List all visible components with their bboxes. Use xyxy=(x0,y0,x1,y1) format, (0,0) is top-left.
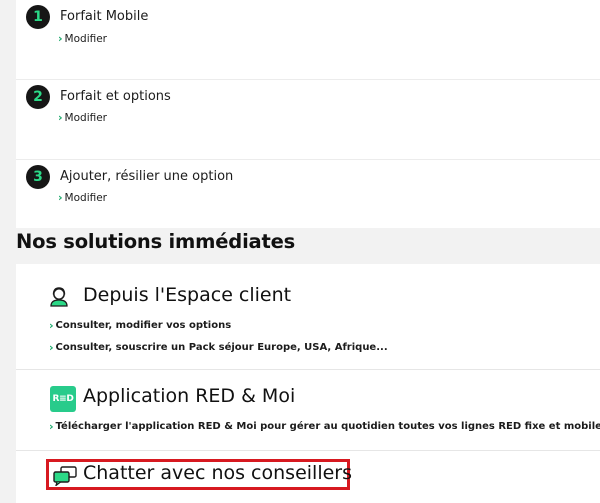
step-title: Forfait Mobile xyxy=(60,9,149,24)
chevron-right-icon: › xyxy=(49,420,54,433)
chevron-right-icon: › xyxy=(49,319,54,332)
step-number-badge: 3 xyxy=(26,165,50,189)
chevron-right-icon: › xyxy=(58,191,63,204)
modifier-link-label: Modifier xyxy=(64,111,108,124)
step-title: Ajouter, résilier une option xyxy=(60,169,234,184)
modifier-link-label: Modifier xyxy=(64,191,108,204)
steps-panel: 1 Forfait Mobile › Modifier 2 Forfait et… xyxy=(16,0,600,228)
modifier-link[interactable]: › Modifier xyxy=(58,32,107,45)
red-app-icon: R≡D xyxy=(50,386,76,412)
step-number-badge: 2 xyxy=(26,85,50,109)
chat-bubbles-icon xyxy=(53,466,77,486)
chevron-right-icon: › xyxy=(49,341,54,354)
espace-client-title: Depuis l'Espace client xyxy=(83,284,292,306)
step-item: 2 Forfait et options › Modifier xyxy=(16,80,600,160)
modifier-link[interactable]: › Modifier xyxy=(58,111,107,124)
divider xyxy=(16,369,600,370)
consulter-options-label: Consulter, modifier vos options xyxy=(55,320,232,331)
modifier-link-label: Modifier xyxy=(64,32,108,45)
step-item: 3 Ajouter, résilier une option › Modifie… xyxy=(16,160,600,239)
modifier-link[interactable]: › Modifier xyxy=(58,191,107,204)
download-app-label: Télécharger l'application RED & Moi pour… xyxy=(55,421,600,432)
pack-sejour-link[interactable]: › Consulter, souscrire un Pack séjour Eu… xyxy=(49,341,388,354)
step-title: Forfait et options xyxy=(60,89,171,104)
step-number-badge: 1 xyxy=(26,5,50,29)
step-item: 1 Forfait Mobile › Modifier xyxy=(16,0,600,80)
section-title: Nos solutions immédiates xyxy=(16,230,296,253)
chevron-right-icon: › xyxy=(58,111,63,124)
divider xyxy=(16,450,600,451)
download-app-link[interactable]: › Télécharger l'application RED & Moi po… xyxy=(49,420,600,433)
user-support-icon xyxy=(50,287,68,307)
app-title: Application RED & Moi xyxy=(83,385,296,407)
chevron-right-icon: › xyxy=(58,32,63,45)
consulter-options-link[interactable]: › Consulter, modifier vos options xyxy=(49,319,231,332)
chat-title[interactable]: Chatter avec nos conseillers xyxy=(83,462,352,484)
pack-sejour-label: Consulter, souscrire un Pack séjour Euro… xyxy=(55,342,388,353)
